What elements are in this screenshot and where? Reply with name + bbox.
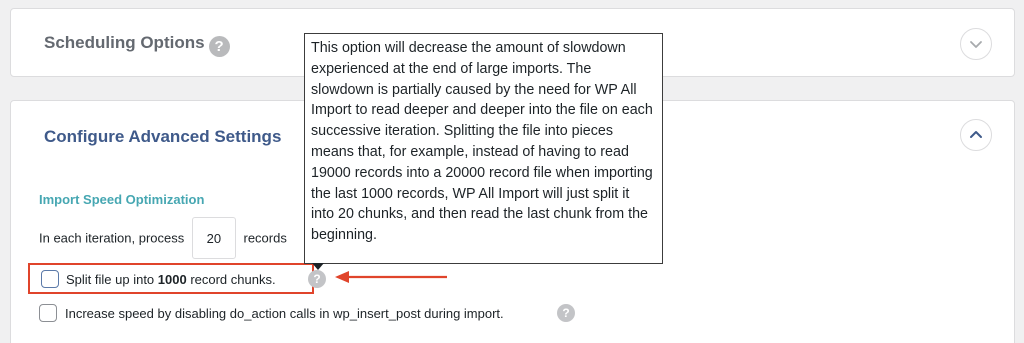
records-per-iteration-input[interactable]: 20: [191, 217, 236, 259]
expand-toggle-button[interactable]: [960, 28, 992, 60]
chevron-down-icon: [970, 41, 982, 48]
collapse-toggle-button[interactable]: [960, 119, 992, 151]
iteration-row: In each iteration, process 20 records: [39, 217, 287, 259]
help-icon[interactable]: ?: [208, 36, 230, 57]
scheduling-options-label: Scheduling Options: [44, 33, 205, 52]
split-file-checkbox[interactable]: [41, 270, 59, 288]
split-option-highlight: Split file up into 1000 record chunks.: [28, 263, 314, 294]
split-help-icon[interactable]: ?: [308, 270, 326, 288]
speed-help-icon[interactable]: ?: [557, 304, 575, 322]
split-label-suffix: record chunks.: [186, 272, 276, 287]
disable-do-action-checkbox[interactable]: [39, 304, 57, 322]
import-speed-heading: Import Speed Optimization: [39, 192, 205, 207]
split-label-count: 1000: [157, 272, 187, 287]
scheduling-options-title[interactable]: Scheduling Options?: [44, 33, 230, 57]
split-label-prefix: Split file up into: [66, 272, 158, 287]
advanced-settings-title[interactable]: Configure Advanced Settings: [44, 127, 281, 147]
iteration-prefix-label: In each iteration, process: [39, 230, 185, 246]
annotation-arrow: [335, 271, 447, 283]
tooltip-pointer: [312, 263, 324, 270]
split-file-label[interactable]: Split file up into 1000 record chunks.: [66, 272, 276, 287]
help-tooltip: This option will decrease the amount of …: [304, 33, 663, 264]
disable-do-action-label[interactable]: Increase speed by disabling do_action ca…: [65, 306, 504, 321]
chevron-up-icon: [970, 131, 982, 138]
iteration-suffix-label: records: [243, 230, 287, 246]
